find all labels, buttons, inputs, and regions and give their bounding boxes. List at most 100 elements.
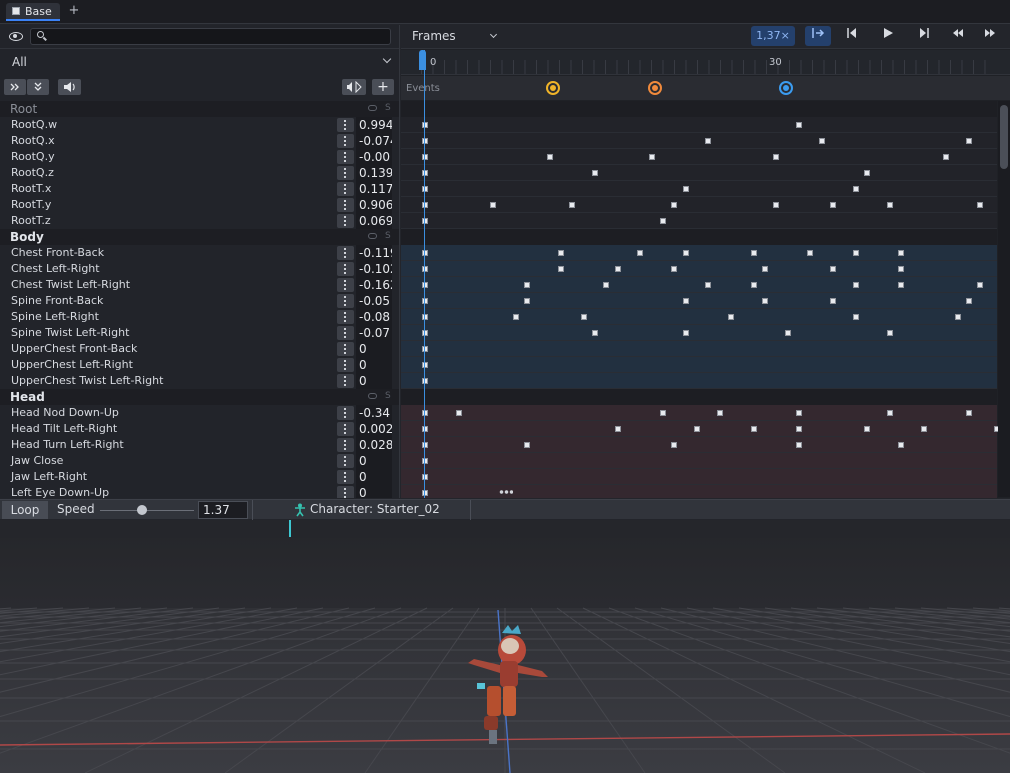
property-row[interactable]: RootQ.w 0.994 <box>0 117 399 133</box>
property-value-field[interactable]: 0.069 <box>356 213 392 229</box>
link-icon[interactable] <box>368 233 377 239</box>
keyframe-track[interactable] <box>401 485 997 498</box>
keyframe[interactable] <box>648 154 655 160</box>
property-value-field[interactable]: 0 <box>356 469 392 485</box>
keyframe[interactable] <box>422 266 428 272</box>
keyframe-track[interactable] <box>401 149 997 165</box>
keyframe[interactable] <box>807 250 814 256</box>
property-value-field[interactable]: 0 <box>356 341 392 357</box>
keyframe[interactable] <box>422 458 428 464</box>
link-icon[interactable] <box>368 393 377 399</box>
snap-to-key-button[interactable] <box>805 26 831 46</box>
keyframe[interactable] <box>852 282 859 288</box>
keyframe[interactable] <box>852 186 859 192</box>
next-key-button[interactable] <box>911 26 937 46</box>
character-name[interactable]: Character: Starter_02 <box>310 502 440 516</box>
keyframe[interactable] <box>523 442 530 448</box>
keyframe[interactable] <box>422 442 428 448</box>
keyframe[interactable] <box>693 426 700 432</box>
keyframe[interactable] <box>569 202 576 208</box>
keyframe-track[interactable] <box>401 469 997 485</box>
keyframe[interactable] <box>422 202 428 208</box>
add-tab-button[interactable]: + <box>68 4 80 18</box>
more-vertical-icon[interactable] <box>337 470 354 484</box>
property-value-field[interactable]: 0 <box>356 453 392 469</box>
keyframe[interactable] <box>422 218 428 224</box>
keyframe[interactable] <box>863 170 870 176</box>
more-vertical-icon[interactable] <box>337 374 354 388</box>
tab-base[interactable]: Base <box>6 3 60 21</box>
keyframe[interactable] <box>422 138 428 144</box>
keyframe[interactable] <box>422 298 428 304</box>
prev-key-button[interactable] <box>839 26 865 46</box>
keyframe[interactable] <box>795 122 802 128</box>
property-value-field[interactable]: 0 <box>356 357 392 373</box>
keyframe[interactable] <box>422 314 428 320</box>
keyframe[interactable] <box>727 314 734 320</box>
keyframe[interactable] <box>920 426 927 432</box>
property-value-field[interactable]: 0.117 <box>356 181 392 197</box>
property-row[interactable]: Spine Twist Left-Right -0.07 <box>0 325 399 341</box>
keyframe[interactable] <box>897 266 904 272</box>
property-value-field[interactable]: 0.994 <box>356 117 392 133</box>
property-row[interactable]: Spine Left-Right -0.08 <box>0 309 399 325</box>
keyframe[interactable] <box>546 154 553 160</box>
speed-slider-knob[interactable] <box>136 505 147 515</box>
keyframe-track[interactable] <box>401 325 997 341</box>
more-vertical-icon[interactable] <box>337 246 354 260</box>
keyframe[interactable] <box>682 298 689 304</box>
speed-input[interactable]: 1.37 <box>198 501 248 519</box>
up-event-icon[interactable] <box>778 81 793 95</box>
keyframe-track[interactable] <box>401 373 997 389</box>
keyframe-track[interactable] <box>401 261 997 277</box>
keyframe[interactable] <box>761 266 768 272</box>
more-vertical-icon[interactable] <box>337 358 354 372</box>
keyframe-track[interactable] <box>401 293 997 309</box>
more-vertical-icon[interactable] <box>337 278 354 292</box>
keyframe[interactable] <box>659 410 666 416</box>
property-row[interactable]: Jaw Left-Right 0 <box>0 469 399 485</box>
property-row[interactable]: RootT.y 0.906 <box>0 197 399 213</box>
keyframe[interactable] <box>829 298 836 304</box>
next-frame-button[interactable] <box>977 26 1003 46</box>
keyframe[interactable] <box>682 330 689 336</box>
keyframe-track[interactable] <box>401 421 1001 437</box>
keyframe[interactable] <box>795 426 802 432</box>
effect-event-icon[interactable] <box>648 81 663 95</box>
keyframe-track[interactable] <box>401 341 997 357</box>
keyframe[interactable] <box>671 202 678 208</box>
keyframe[interactable] <box>523 282 530 288</box>
keyframe[interactable] <box>422 362 428 368</box>
prev-frame-button[interactable] <box>945 26 971 46</box>
more-vertical-icon[interactable] <box>337 326 354 340</box>
keyframe[interactable] <box>886 330 893 336</box>
more-vertical-icon[interactable] <box>337 342 354 356</box>
solo-toggle[interactable]: S <box>385 103 391 113</box>
keyframe[interactable] <box>795 410 802 416</box>
collapse-all-button[interactable] <box>27 79 49 95</box>
keyframe-track[interactable] <box>401 133 997 149</box>
property-row[interactable]: Chest Twist Left-Right -0.162 <box>0 277 399 293</box>
scrollbar-thumb[interactable] <box>1000 105 1008 169</box>
panel-resize-grip[interactable] <box>499 490 513 494</box>
keyframe[interactable] <box>863 426 870 432</box>
sound-event-icon[interactable] <box>546 81 561 95</box>
search-box[interactable] <box>30 28 391 45</box>
property-row[interactable]: Head Nod Down-Up -0.34 <box>0 405 399 421</box>
property-row[interactable]: RootT.z 0.069 <box>0 213 399 229</box>
keyframe[interactable] <box>682 186 689 192</box>
keyframe[interactable] <box>591 330 598 336</box>
keyframe-track[interactable] <box>401 309 997 325</box>
group-header-root[interactable]: Root S <box>0 101 399 117</box>
keyframe[interactable] <box>422 250 428 256</box>
keyframe[interactable] <box>897 442 904 448</box>
keyframe[interactable] <box>965 298 972 304</box>
keyframe[interactable] <box>422 170 428 176</box>
property-value-field[interactable]: -0.162 <box>356 277 392 293</box>
keyframe[interactable] <box>750 250 757 256</box>
property-value-field[interactable]: 0.139 <box>356 165 392 181</box>
keyframe[interactable] <box>591 170 598 176</box>
property-row[interactable]: RootQ.z 0.139 <box>0 165 399 181</box>
keyframe-track[interactable] <box>401 197 997 213</box>
keyframe[interactable] <box>422 346 428 352</box>
